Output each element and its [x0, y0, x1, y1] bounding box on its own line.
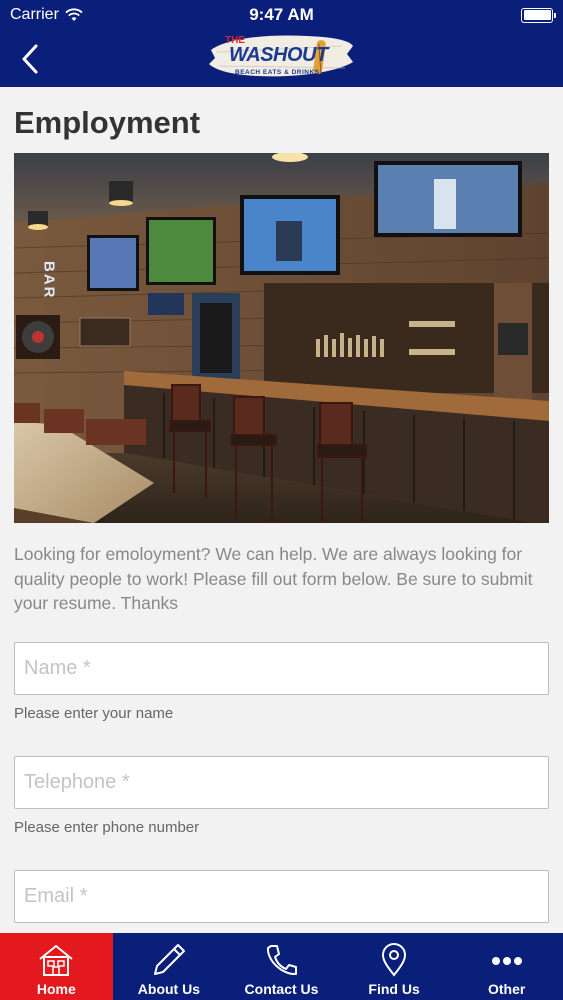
telephone-field[interactable]	[14, 756, 549, 809]
tab-contact-us[interactable]: Contact Us	[225, 933, 338, 1000]
carrier-label: Carrier	[10, 6, 59, 23]
top-bar: Carrier 9:47 AM THE WASHOUT BEACH EATS &…	[0, 0, 563, 87]
name-field[interactable]	[14, 642, 549, 695]
tab-contact-us-label: Contact Us	[244, 981, 319, 997]
email-field[interactable]	[14, 870, 549, 923]
page-title: Employment	[14, 105, 201, 140]
tab-other-label: Other	[488, 981, 526, 997]
telephone-hint: Please enter phone number	[14, 819, 200, 836]
bar-sign-letters: BAR	[41, 261, 58, 300]
chevron-left-icon[interactable]	[16, 42, 48, 76]
status-bar: Carrier 9:47 AM	[0, 0, 563, 30]
tab-about-us-label: About Us	[137, 981, 200, 997]
logo-text-tagline: BEACH EATS & DRINKS	[235, 69, 320, 76]
clock: 9:47 AM	[249, 5, 314, 24]
wifi-icon	[65, 8, 83, 21]
home-icon	[39, 944, 73, 976]
washout-logo: THE WASHOUT BEACH EATS & DRINKS	[207, 32, 355, 82]
more-dots-icon	[491, 957, 522, 965]
nav-bar: THE WASHOUT BEACH EATS & DRINKS	[0, 30, 563, 87]
intro-text: Looking for emoloyment? We can help. We …	[14, 544, 533, 613]
tab-home[interactable]: Home	[0, 933, 113, 1000]
logo-text-washout: WASHOUT	[229, 44, 328, 66]
tab-home-label: Home	[36, 981, 76, 997]
pencil-icon	[153, 944, 185, 975]
map-pin-icon	[382, 943, 407, 977]
battery-icon	[521, 7, 556, 23]
bar-photo: BAR	[14, 153, 549, 523]
tab-bar: Home About Us Contact Us Find Us Other	[0, 933, 563, 1000]
phone-icon	[267, 945, 298, 976]
main-content: Employment BAR Looking for emoloyment? W…	[0, 87, 563, 933]
tab-find-us-label: Find Us	[368, 981, 420, 997]
tab-other[interactable]: Other	[450, 933, 563, 1000]
name-hint: Please enter your name	[14, 705, 174, 722]
tab-find-us[interactable]: Find Us	[338, 933, 451, 1000]
tab-about-us[interactable]: About Us	[113, 933, 226, 1000]
